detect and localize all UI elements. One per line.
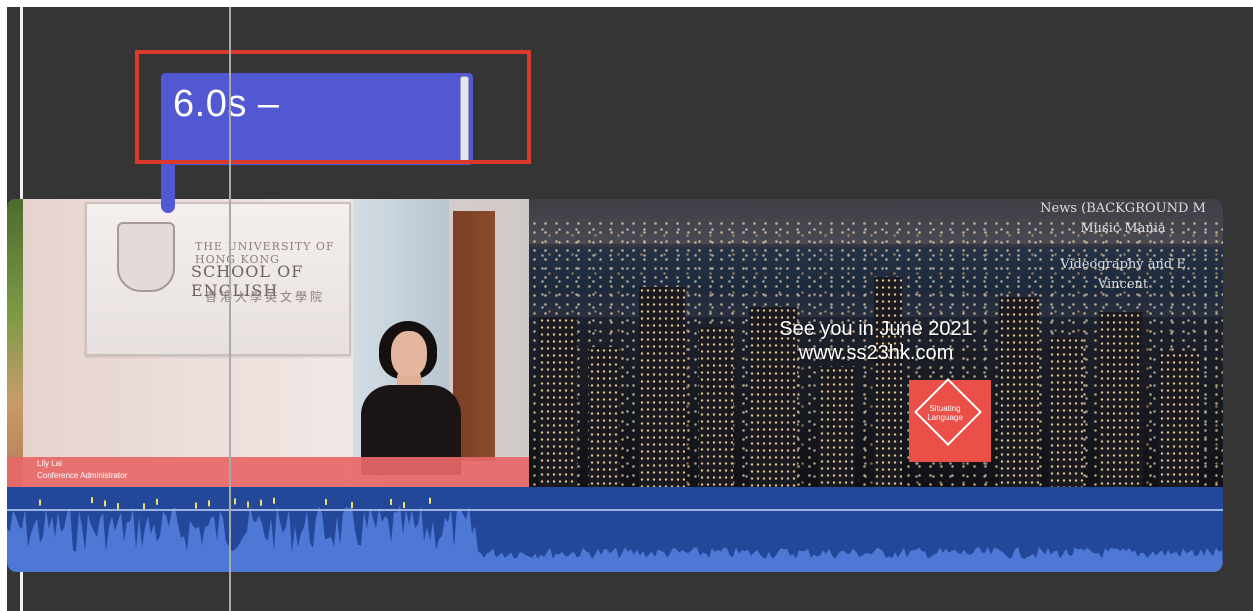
video-clip-previous[interactable]	[7, 199, 23, 487]
city-building	[819, 367, 855, 487]
audio-peak-marker	[403, 502, 405, 509]
logo-text-line1: Situating	[929, 404, 961, 413]
audio-peak-marker	[91, 497, 93, 504]
title-clip-trim-handle[interactable]	[460, 76, 469, 162]
credits-line4: Vincent	[1097, 277, 1149, 292]
audio-peak-marker	[208, 500, 210, 507]
city-building	[589, 347, 619, 487]
audio-peak-marker	[39, 499, 41, 506]
audio-peak-marker	[260, 499, 262, 506]
audio-peak-marker	[247, 501, 249, 508]
timeline: 6.0s – THE UNIVERSITY OF HONG KONG SCHOO…	[0, 7, 1253, 611]
credits-line1: News (BACKGROUND M	[1040, 201, 1206, 216]
lower-third-role: Conference Administrator	[37, 471, 128, 480]
audio-peak-marker	[273, 497, 275, 504]
audio-peak-marker	[234, 498, 236, 505]
city-building	[874, 277, 902, 487]
credits-line2: Music Mania	[1080, 221, 1166, 236]
title-clip-connector	[161, 157, 175, 213]
video-clip-city[interactable]: See you in June 2021 www.ss23hk.com News…	[529, 199, 1223, 487]
city-overlay-line2: www.ss23hk.com	[798, 342, 954, 364]
playhead[interactable]	[229, 7, 231, 611]
logo-text-line2: Language	[927, 413, 963, 422]
video-track: THE UNIVERSITY OF HONG KONG SCHOOL OF EN…	[7, 199, 1223, 487]
lower-third-name: Lily Lai	[37, 459, 62, 468]
city-overlay-text: See you in June 2021 www.ss23hk.com	[529, 317, 1223, 365]
audio-peak-marker	[156, 498, 158, 505]
audio-waveform	[7, 497, 1223, 572]
audio-peak-marker	[429, 497, 431, 504]
audio-peak-marker	[104, 500, 106, 507]
audio-peak-marker	[195, 502, 197, 509]
audio-peak-marker	[351, 501, 353, 508]
audio-peak-marker	[325, 498, 327, 505]
office-sign-image: THE UNIVERSITY OF HONG KONG SCHOOL OF EN…	[85, 202, 351, 356]
city-overlay-line1: See you in June 2021	[779, 318, 973, 340]
audio-waveform-shape	[7, 505, 1223, 572]
logo-text: Situating Language	[915, 404, 975, 422]
video-clip-interview[interactable]: THE UNIVERSITY OF HONG KONG SCHOOL OF EN…	[23, 199, 529, 487]
sign-chinese-text: 香港大學英文學院	[205, 290, 326, 304]
university-crest	[117, 222, 175, 292]
timeline-left-edge	[0, 7, 7, 611]
audio-peak-marker	[390, 498, 392, 505]
title-clip[interactable]: 6.0s –	[161, 73, 473, 165]
audio-volume-line[interactable]	[7, 509, 1223, 511]
lower-third-caption: Lily Lai Conference Administrator	[7, 457, 529, 487]
credits-line3: Videography and E	[1060, 257, 1186, 272]
city-building	[1159, 352, 1199, 487]
speaker-face	[391, 331, 427, 377]
title-clip-duration-label: 6.0s –	[173, 83, 280, 125]
credits-overlay: News (BACKGROUND M Music Mania Videograp…	[1023, 199, 1223, 295]
conference-logo: Situating Language	[909, 378, 991, 462]
audio-track[interactable]	[7, 487, 1223, 572]
